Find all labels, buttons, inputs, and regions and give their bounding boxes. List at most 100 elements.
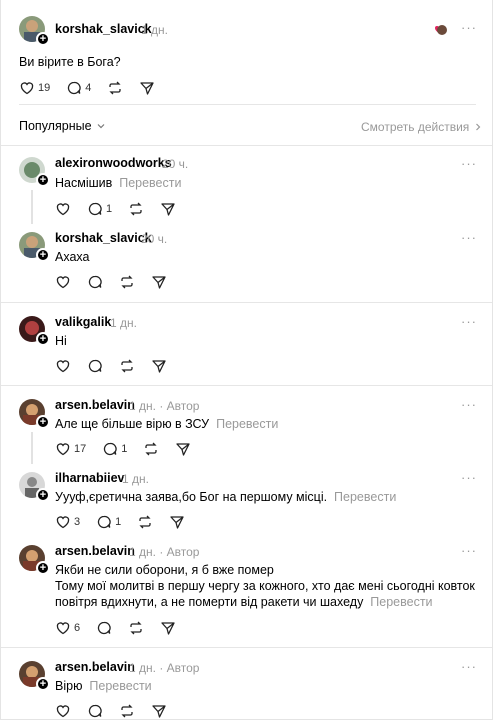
follow-plus-icon[interactable]: + [36,488,50,502]
avatar[interactable]: + [19,232,50,262]
reply-button[interactable]: 1 [87,201,112,217]
repost-button[interactable] [128,201,144,217]
thread-line [31,432,33,464]
send-icon [152,705,166,718]
post-author[interactable]: korshak_slavick [55,22,152,36]
share-button[interactable] [160,620,176,636]
send-icon [170,516,184,529]
divider [1,302,492,303]
comment-author[interactable]: korshak_slavick [55,231,152,245]
reply-button[interactable] [87,703,103,719]
share-button[interactable] [175,441,191,457]
follow-plus-icon[interactable]: + [36,173,50,187]
translate-link[interactable]: Перевести [89,679,151,693]
avatar[interactable]: + [19,16,50,46]
more-icon[interactable]: ··· [461,659,477,674]
comment-time: 20 ч. [162,157,189,171]
comment-author[interactable]: valikgalik [55,315,111,329]
like-button[interactable] [55,358,71,374]
author-badge: · Автор [159,661,200,675]
comment-text: Вірю Перевести [55,678,152,694]
sort-dropdown[interactable]: Популярные [19,119,106,133]
share-button[interactable] [151,358,167,374]
follow-plus-icon[interactable]: + [36,415,50,429]
translate-link[interactable]: Перевести [334,490,396,504]
repost-button[interactable] [143,441,159,457]
reply-button[interactable]: 1 [96,514,121,530]
comment-meta: 1 дн. · Автор [129,661,199,675]
like-button[interactable] [55,274,71,290]
comment-text: Але ще більше вірю в ЗСУ Перевести [55,416,278,432]
avatar[interactable]: + [19,316,50,346]
more-icon[interactable]: ··· [461,314,477,329]
avatar[interactable]: + [19,661,50,691]
thread-line [31,190,33,224]
like-button[interactable]: 17 [55,441,86,457]
share-button[interactable] [139,80,155,96]
avatar[interactable]: + [19,545,50,575]
author-badge: · Автор [159,545,200,559]
comment-author[interactable]: ilharnabiiev [55,471,124,485]
like-button[interactable] [55,703,71,719]
translate-link[interactable]: Перевести [370,595,432,609]
comment-actions: 3 1 [55,514,201,530]
view-activity-link[interactable]: Смотреть действия [361,120,483,134]
send-icon [140,82,155,95]
comment-author[interactable]: alexironwoodworks [55,156,172,170]
share-button[interactable] [160,201,176,217]
translate-link[interactable]: Перевести [216,417,278,431]
more-icon[interactable]: ··· [461,543,477,558]
repost-button[interactable] [119,703,135,719]
heart-icon [20,82,34,95]
heart-icon [56,705,70,718]
more-icon[interactable]: ··· [461,230,477,245]
divider [19,104,476,105]
follow-plus-icon[interactable]: + [36,677,50,691]
repost-button[interactable] [107,80,123,96]
follow-plus-icon[interactable]: + [36,561,50,575]
heart-icon [56,516,70,529]
like-button[interactable]: 19 [19,80,50,96]
like-button[interactable]: 6 [55,620,80,636]
heart-icon [56,276,70,289]
more-icon[interactable]: ··· [461,156,477,171]
like-button[interactable] [55,201,71,217]
reply-button[interactable]: 1 [102,441,127,457]
liked-by-avatars-icon [435,25,447,35]
translate-link[interactable]: Перевести [119,176,181,190]
repost-icon [139,515,151,529]
reply-button[interactable] [87,358,103,374]
repost-button[interactable] [128,620,144,636]
share-button[interactable] [151,274,167,290]
comment-author[interactable]: arsen.belavin [55,660,135,674]
like-button[interactable]: 3 [55,514,80,530]
repost-button[interactable] [119,274,135,290]
share-button[interactable] [151,703,167,719]
follow-plus-icon[interactable]: + [36,248,50,262]
post-actions: 19 4 [19,80,171,96]
more-icon[interactable]: ··· [461,397,477,412]
view-activity-label: Смотреть действия [361,120,470,134]
avatar[interactable]: + [19,399,50,429]
more-icon[interactable]: ··· [461,470,477,485]
repost-button[interactable] [137,514,153,530]
follow-plus-icon[interactable]: + [36,32,50,46]
reply-button[interactable] [87,274,103,290]
reply-button[interactable]: 4 [66,80,91,96]
reply-count: 1 [121,443,128,455]
author-badge: · Автор [159,399,200,413]
avatar[interactable]: + [19,157,50,187]
thread-card: + korshak_slavick 1 дн. ··· Ви вірите в … [0,0,493,720]
comment-author[interactable]: arsen.belavin [55,398,135,412]
reply-button[interactable] [96,620,112,636]
avatar[interactable]: + [19,472,50,502]
repost-icon [130,202,142,216]
comment-icon [68,81,81,95]
share-button[interactable] [169,514,185,530]
comment-author[interactable]: arsen.belavin [55,544,135,558]
comment-actions [55,274,183,290]
chevron-down-icon [97,124,104,129]
repost-button[interactable] [119,358,135,374]
follow-plus-icon[interactable]: + [36,332,50,346]
more-icon[interactable]: ··· [461,20,477,35]
